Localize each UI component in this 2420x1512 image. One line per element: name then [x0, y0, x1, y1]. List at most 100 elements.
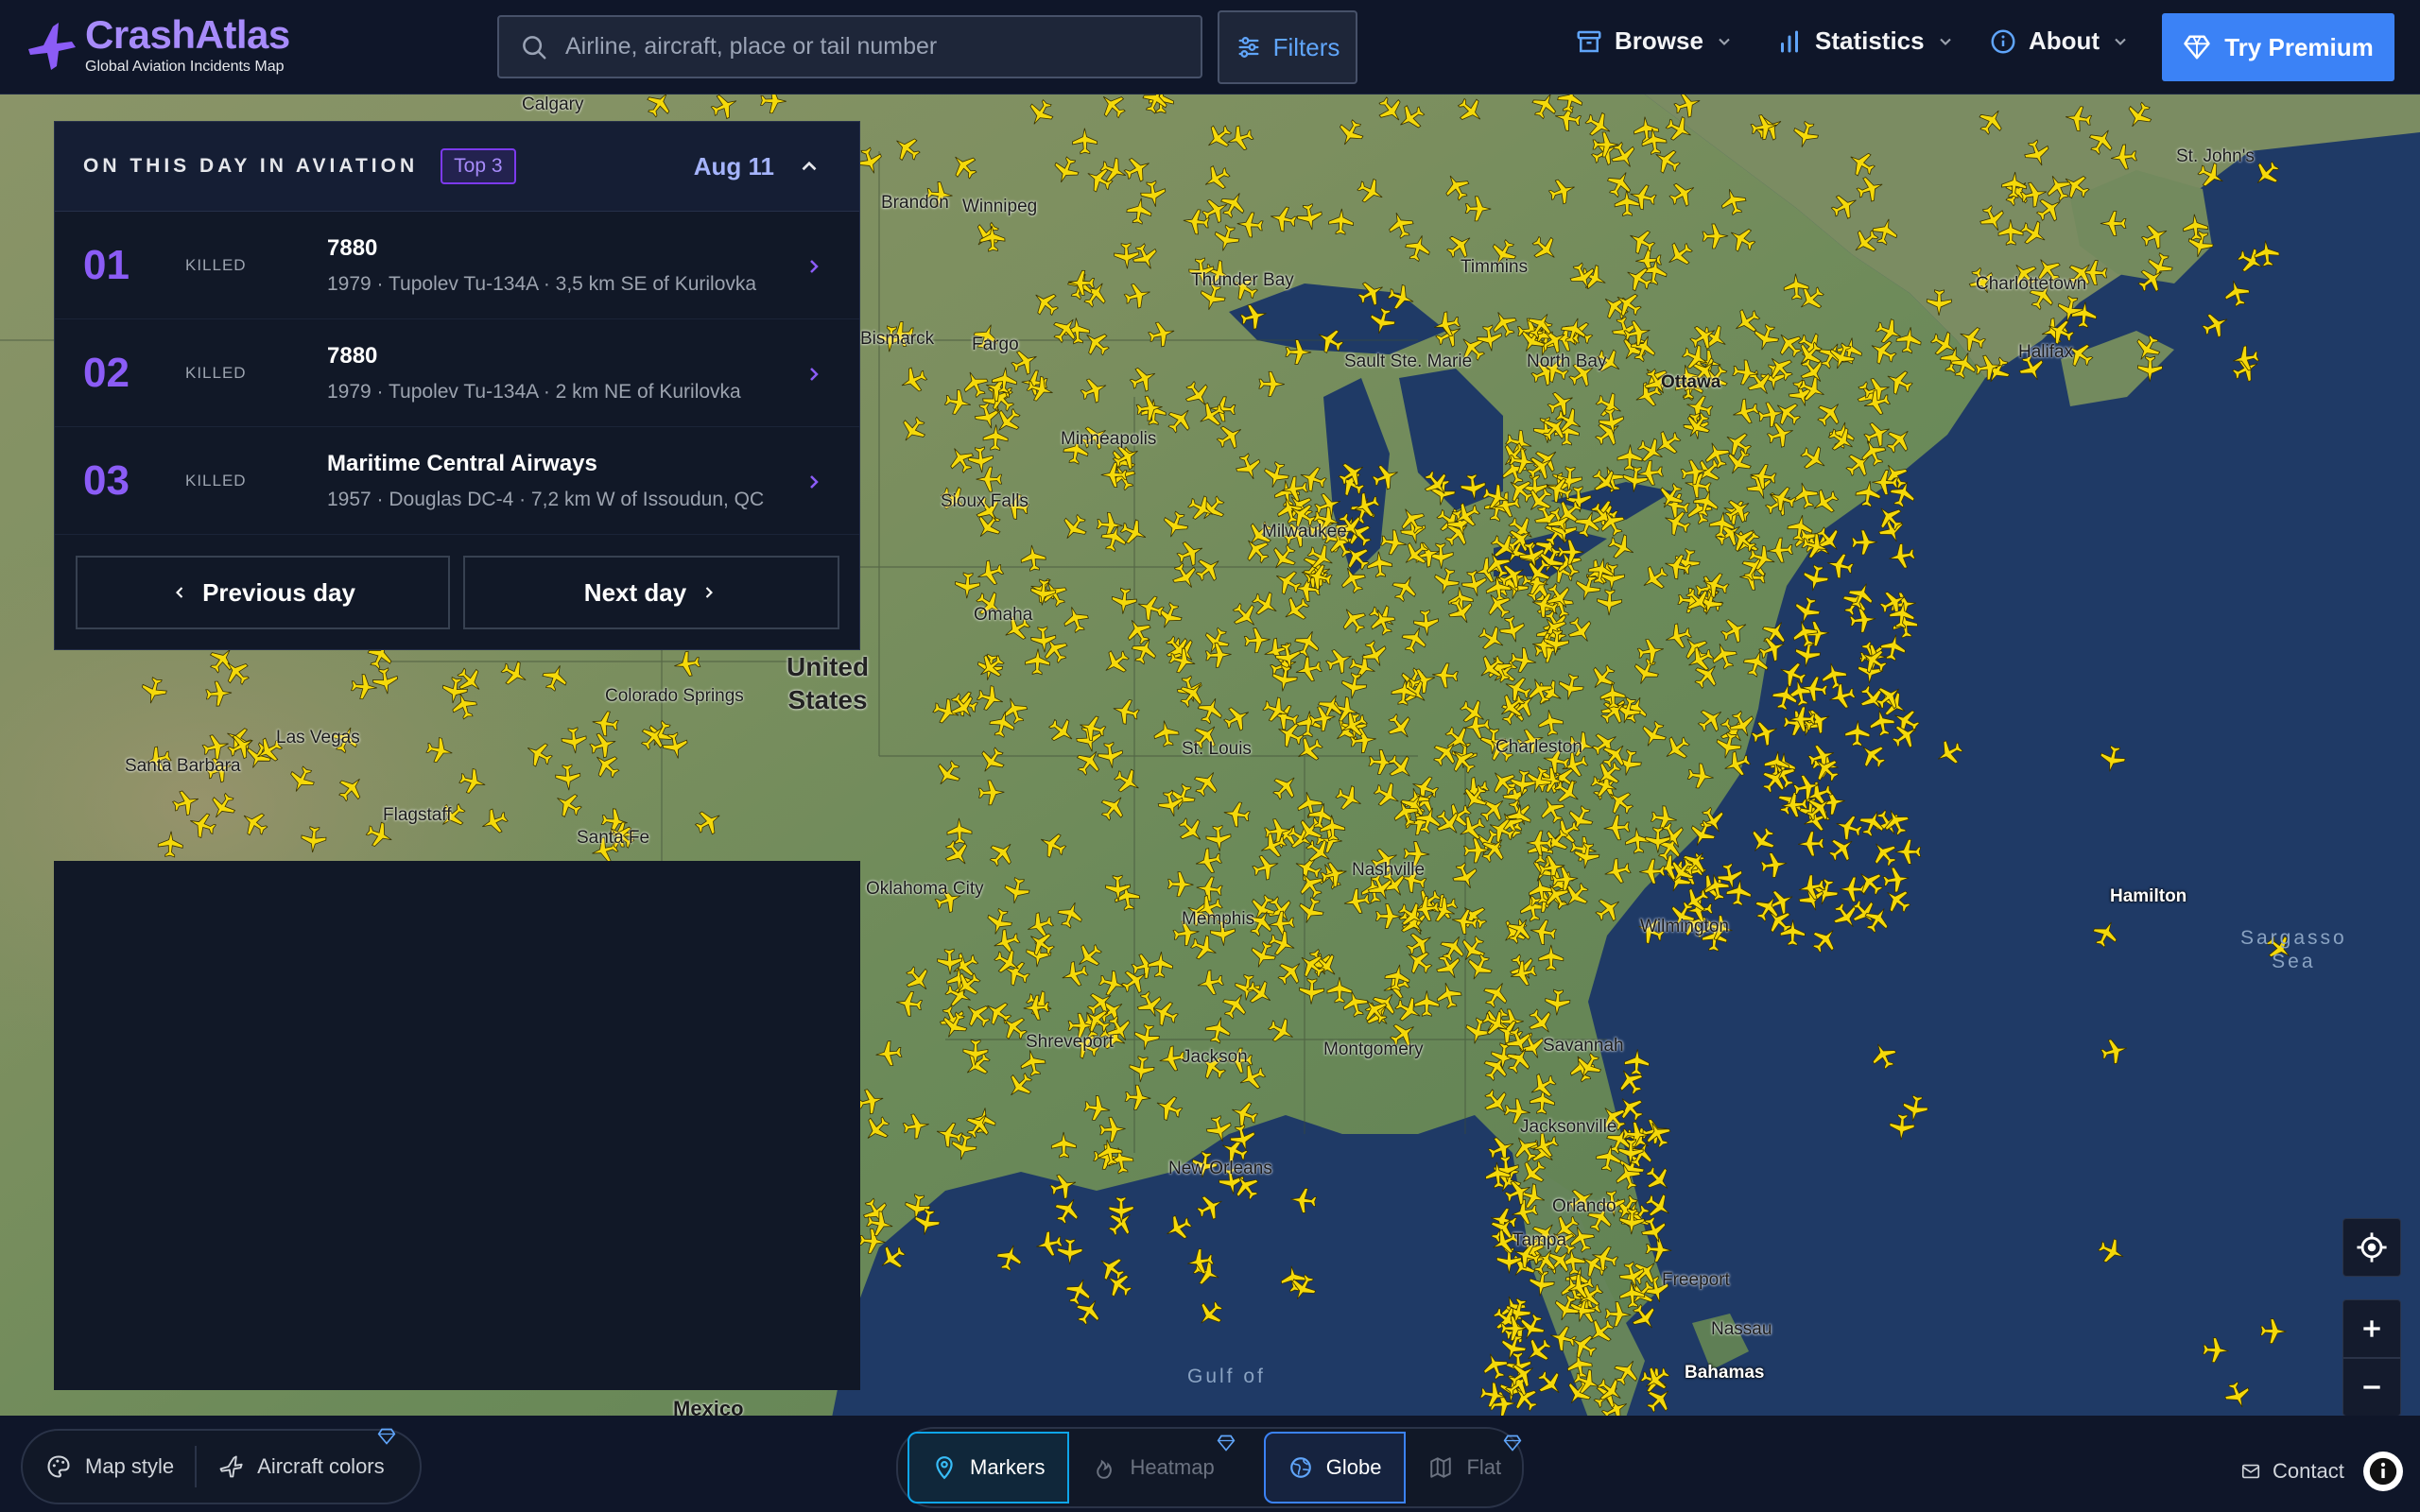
nav-statistics[interactable]: Statistics — [1775, 26, 1955, 56]
aircraft-marker[interactable] — [1191, 552, 1226, 587]
aircraft-marker[interactable] — [1582, 108, 1616, 142]
aircraft-marker[interactable] — [1475, 622, 1510, 656]
aircraft-marker[interactable] — [1139, 180, 1167, 209]
nav-about[interactable]: About — [1989, 26, 2130, 56]
aircraft-marker[interactable] — [157, 831, 183, 858]
panel-header[interactable]: ON THIS DAY IN AVIATION Top 3 Aug 11 — [55, 122, 859, 212]
aircraft-marker[interactable] — [1824, 422, 1859, 457]
aircraft-marker[interactable] — [1159, 508, 1191, 541]
aircraft-marker[interactable] — [2122, 98, 2156, 133]
aircraft-marker[interactable] — [760, 94, 786, 114]
aircraft-marker[interactable] — [1854, 173, 1886, 205]
aircraft-marker[interactable] — [1840, 876, 1866, 902]
aircraft-marker[interactable] — [1663, 112, 1697, 146]
aircraft-marker[interactable] — [1025, 374, 1056, 404]
aircraft-marker[interactable] — [1487, 306, 1521, 340]
aircraft-marker[interactable] — [1220, 701, 1254, 735]
aircraft-marker[interactable] — [1121, 614, 1155, 649]
aircraft-marker[interactable] — [139, 676, 169, 707]
aircraft-marker[interactable] — [1224, 123, 1256, 154]
aircraft-marker[interactable] — [1163, 403, 1198, 438]
aircraft-marker[interactable] — [1095, 94, 1130, 123]
aircraft-marker[interactable] — [890, 130, 925, 165]
aircraft-marker[interactable] — [1205, 824, 1232, 852]
aircraft-marker[interactable] — [1889, 1113, 1915, 1141]
aircraft-marker[interactable] — [1798, 831, 1824, 857]
aircraft-marker[interactable] — [1028, 285, 1063, 320]
aircraft-marker[interactable] — [1750, 321, 1781, 353]
aircraft-marker[interactable] — [1529, 918, 1558, 946]
aircraft-marker[interactable] — [1295, 710, 1322, 738]
aircraft-marker[interactable] — [1108, 1196, 1134, 1223]
aircraft-marker[interactable] — [1333, 782, 1366, 815]
aircraft-marker[interactable] — [2042, 170, 2075, 204]
aircraft-marker[interactable] — [1098, 1116, 1126, 1143]
aircraft-marker[interactable] — [708, 94, 741, 123]
aircraft-marker[interactable] — [1819, 661, 1849, 691]
aircraft-marker[interactable] — [458, 766, 489, 797]
aircraft-marker[interactable] — [1730, 397, 1761, 427]
aircraft-marker[interactable] — [1388, 571, 1421, 605]
aircraft-marker[interactable] — [285, 764, 319, 798]
aircraft-marker[interactable] — [1790, 479, 1821, 510]
aircraft-marker[interactable] — [1867, 1039, 1900, 1073]
aircraft-marker[interactable] — [1152, 1091, 1185, 1124]
aircraft-marker[interactable] — [1370, 779, 1404, 813]
aircraft-marker[interactable] — [975, 744, 1010, 779]
aircraft-marker[interactable] — [2000, 175, 2035, 210]
aircraft-marker[interactable] — [897, 364, 930, 397]
aircraft-marker[interactable] — [1385, 282, 1417, 313]
aircraft-marker[interactable] — [1024, 909, 1056, 940]
aircraft-marker[interactable] — [672, 650, 701, 679]
aircraft-marker[interactable] — [1718, 613, 1752, 646]
aircraft-marker[interactable] — [1174, 813, 1209, 848]
aircraft-marker[interactable] — [1100, 462, 1128, 488]
aircraft-marker[interactable] — [1449, 860, 1481, 893]
aircraft-marker[interactable] — [1370, 461, 1403, 493]
aircraft-marker[interactable] — [1833, 812, 1865, 843]
aircraft-marker[interactable] — [1708, 640, 1740, 673]
aircraft-marker[interactable] — [1776, 658, 1809, 690]
aircraft-marker[interactable] — [2021, 137, 2053, 170]
aircraft-marker[interactable] — [1824, 551, 1855, 580]
aircraft-marker[interactable] — [1385, 209, 1417, 241]
aircraft-marker[interactable] — [1585, 661, 1620, 696]
aircraft-marker[interactable] — [1619, 1281, 1646, 1309]
aircraft-marker[interactable] — [1431, 662, 1459, 689]
aircraft-marker[interactable] — [1326, 976, 1353, 1004]
aircraft-marker[interactable] — [1718, 185, 1749, 217]
aircraft-marker[interactable] — [1247, 939, 1279, 972]
aircraft-marker[interactable] — [1167, 646, 1198, 676]
aircraft-marker[interactable] — [1641, 1189, 1676, 1224]
aircraft-marker[interactable] — [1063, 1275, 1095, 1308]
aircraft-marker[interactable] — [1111, 696, 1141, 727]
aircraft-marker[interactable] — [205, 680, 233, 707]
aircraft-marker[interactable] — [895, 990, 924, 1018]
incident-row[interactable]: 01 KILLED 7880 1979 · Tupolev Tu-134A · … — [55, 212, 859, 319]
aircraft-marker[interactable] — [1828, 189, 1862, 223]
aircraft-marker[interactable] — [2071, 301, 2098, 329]
aircraft-marker[interactable] — [1791, 594, 1823, 627]
chevron-up-icon[interactable] — [797, 154, 821, 179]
aircraft-marker[interactable] — [1050, 1194, 1084, 1228]
aircraft-marker[interactable] — [1702, 223, 1729, 249]
aircraft-marker[interactable] — [1023, 988, 1056, 1021]
aircraft-marker[interactable] — [561, 727, 588, 755]
aircraft-marker[interactable] — [1111, 765, 1146, 799]
aircraft-marker[interactable] — [874, 1241, 909, 1276]
aircraft-marker[interactable] — [1894, 839, 1922, 865]
aircraft-marker[interactable] — [2259, 1318, 2287, 1345]
aircraft-marker[interactable] — [1211, 223, 1242, 254]
aircraft-marker[interactable] — [1299, 977, 1325, 1005]
aircraft-marker[interactable] — [1293, 655, 1323, 684]
aircraft-marker[interactable] — [1419, 466, 1454, 501]
aircraft-marker[interactable] — [962, 1039, 989, 1066]
aircraft-marker[interactable] — [642, 94, 677, 121]
aircraft-marker[interactable] — [1034, 1229, 1064, 1259]
aircraft-marker[interactable] — [555, 764, 581, 791]
aircraft-marker[interactable] — [1745, 823, 1780, 858]
aircraft-marker[interactable] — [1045, 713, 1080, 748]
aircraft-marker[interactable] — [1392, 993, 1426, 1027]
aircraft-marker[interactable] — [691, 805, 726, 839]
aircraft-marker[interactable] — [1096, 790, 1131, 825]
